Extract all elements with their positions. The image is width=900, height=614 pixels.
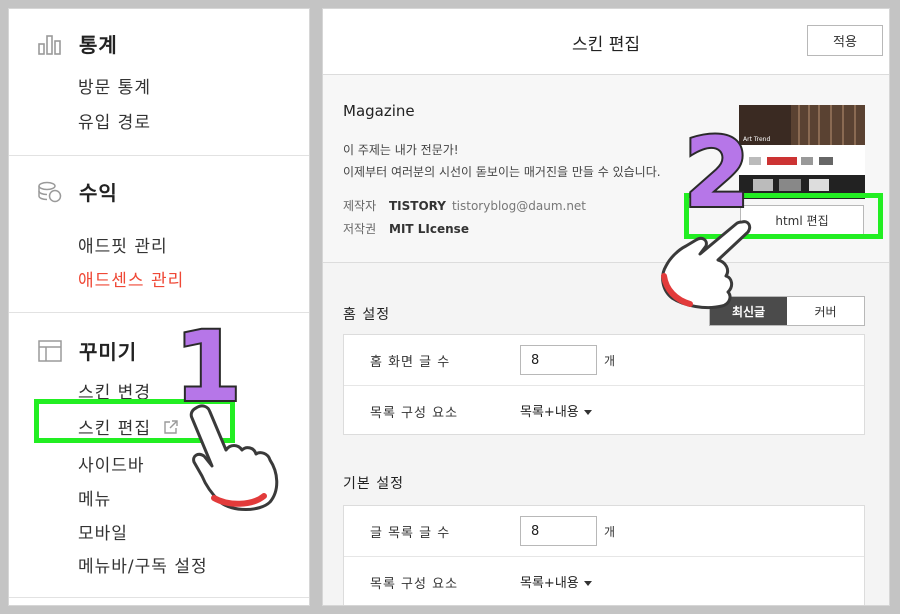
author-email: tistoryblog@daum.net bbox=[451, 199, 587, 213]
sidebar-item-visit-stats[interactable]: 방문 통계 bbox=[78, 73, 151, 98]
caret-down-icon bbox=[583, 410, 592, 415]
group-divider bbox=[9, 155, 309, 156]
pointing-hand-icon bbox=[189, 404, 279, 511]
basic-list-compose-row: 목록 구성 요소 목록+내용 bbox=[344, 556, 864, 605]
group-divider bbox=[9, 312, 309, 313]
step-number-2: 2 bbox=[684, 122, 750, 218]
home-settings-title: 홈 설정 bbox=[343, 307, 391, 323]
sidebar: 통계 방문 통계 유입 경로 수익 애드핏 관리 애드센스 관리 꾸미기 스킨 … bbox=[8, 8, 310, 606]
row-label: 홈 화면 글 수 bbox=[370, 355, 451, 370]
skin-description-line: 이 주제는 내가 전문가! bbox=[343, 143, 459, 157]
unit-label: 개 bbox=[604, 354, 616, 368]
skin-edit-panel: 스킨 편집 적용 Magazine 이 주제는 내가 전문가! 이제부터 여러분… bbox=[322, 8, 890, 606]
coins-icon bbox=[35, 178, 65, 206]
step-number-1: 1 bbox=[178, 316, 238, 412]
sidebar-item-mobile[interactable]: 모바일 bbox=[78, 519, 128, 544]
author-name: TISTORY bbox=[389, 199, 446, 213]
sidebar-group-stats[interactable]: 통계 bbox=[35, 29, 118, 58]
sidebar-group-decorate[interactable]: 꾸미기 bbox=[35, 336, 137, 365]
sidebar-item-adfit[interactable]: 애드핏 관리 bbox=[78, 232, 168, 257]
skin-thumbnail: Art Trend bbox=[739, 105, 865, 199]
step-number-text: 2 bbox=[684, 122, 750, 218]
page-title: 스킨 편집 bbox=[572, 35, 640, 55]
sidebar-group-revenue[interactable]: 수익 bbox=[35, 177, 118, 206]
group-divider bbox=[9, 597, 309, 598]
caret-down-icon bbox=[583, 581, 592, 586]
home-list-compose-row: 목록 구성 요소 목록+내용 bbox=[344, 385, 864, 435]
sidebar-item-sidebar[interactable]: 사이드바 bbox=[78, 451, 145, 476]
row-label: 목록 구성 요소 bbox=[370, 406, 459, 421]
home-post-count-input[interactable] bbox=[520, 345, 597, 375]
pointing-hand-icon bbox=[661, 220, 752, 310]
basic-list-compose-select[interactable]: 목록+내용 bbox=[520, 572, 592, 591]
skin-name: Magazine bbox=[343, 102, 415, 120]
unit-label: 개 bbox=[604, 525, 616, 539]
basic-settings-title: 기본 설정 bbox=[343, 476, 404, 492]
list-post-count-row: 글 목록 글 수 개 bbox=[344, 506, 864, 556]
bar-chart-icon bbox=[35, 30, 65, 58]
row-label: 글 목록 글 수 bbox=[370, 526, 451, 541]
select-value: 목록+내용 bbox=[520, 576, 579, 591]
step-number-text: 1 bbox=[178, 316, 238, 412]
sidebar-group-title: 꾸미기 bbox=[79, 340, 138, 364]
tab-cover[interactable]: 커버 bbox=[787, 297, 864, 325]
skin-license-row: 저작권 MIT LIcense bbox=[343, 220, 475, 237]
sidebar-item-adsense[interactable]: 애드센스 관리 bbox=[78, 266, 184, 291]
skin-description-line: 이제부터 여러분의 시선이 돋보이는 매거진을 만들 수 있습니다. bbox=[343, 165, 661, 179]
sidebar-item-menubar-subscribe[interactable]: 메뉴바/구독 설정 bbox=[78, 552, 208, 577]
home-post-count-row: 홈 화면 글 수 개 bbox=[344, 335, 864, 385]
sidebar-group-title: 통계 bbox=[79, 33, 118, 57]
apply-button[interactable]: 적용 bbox=[807, 25, 883, 56]
meta-key: 저작권 bbox=[343, 222, 377, 236]
sidebar-group-title: 수익 bbox=[79, 181, 118, 205]
home-settings-box: 홈 화면 글 수 개 목록 구성 요소 목록+내용 bbox=[343, 334, 865, 435]
layout-icon bbox=[35, 337, 65, 365]
select-value: 목록+내용 bbox=[520, 405, 579, 420]
top-bar: 스킨 편집 적용 bbox=[323, 9, 889, 75]
skin-description: 이 주제는 내가 전문가! 이제부터 여러분의 시선이 돋보이는 매거진을 만들… bbox=[343, 139, 661, 183]
meta-key: 제작자 bbox=[343, 199, 377, 213]
license-value: MIT LIcense bbox=[389, 222, 469, 236]
skin-author-row: 제작자 TISTORY tistoryblog@daum.net bbox=[343, 197, 586, 214]
sidebar-item-referrer[interactable]: 유입 경로 bbox=[78, 108, 151, 133]
basic-settings-box: 글 목록 글 수 개 목록 구성 요소 목록+내용 bbox=[343, 505, 865, 605]
sidebar-item-menu[interactable]: 메뉴 bbox=[78, 485, 111, 510]
home-list-compose-select[interactable]: 목록+내용 bbox=[520, 401, 592, 420]
list-post-count-input[interactable] bbox=[520, 516, 597, 546]
row-label: 목록 구성 요소 bbox=[370, 577, 459, 592]
